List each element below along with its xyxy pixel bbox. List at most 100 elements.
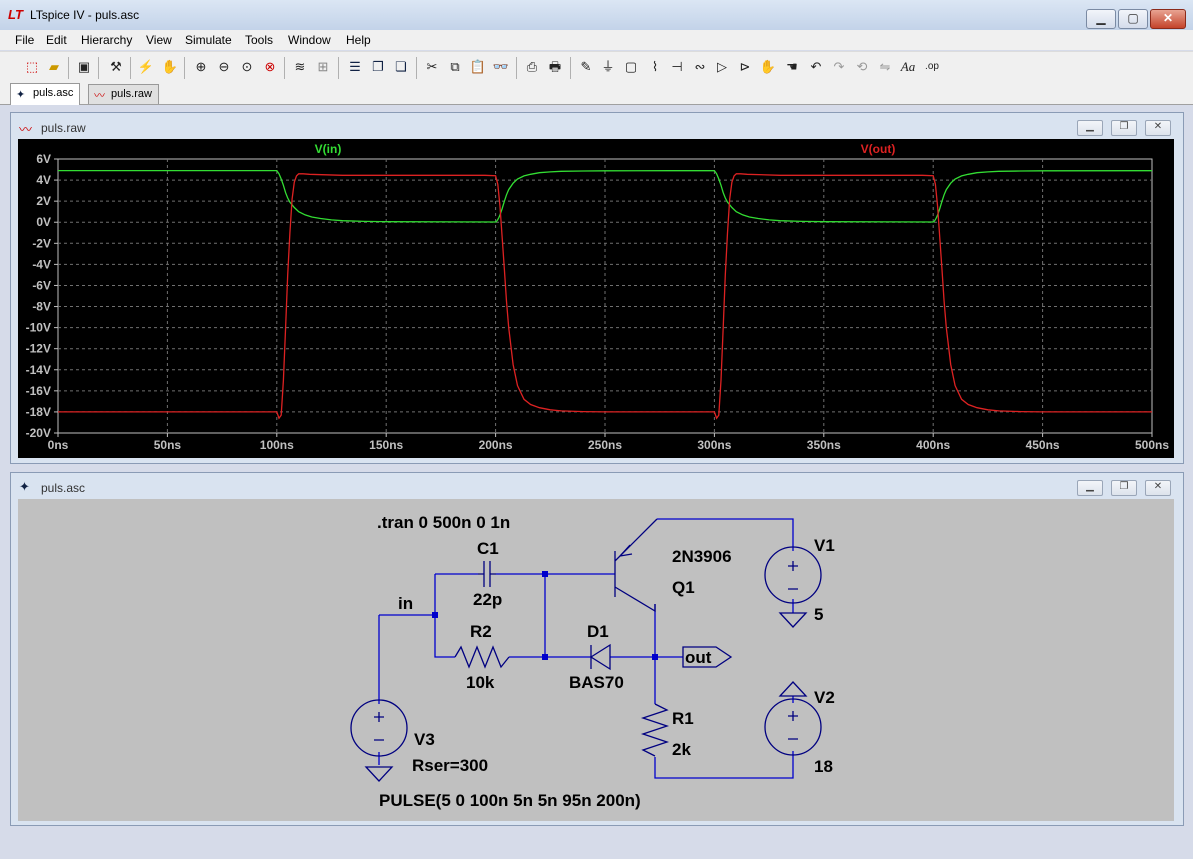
paste-icon[interactable]: 📋: [468, 57, 488, 77]
menu-edit[interactable]: Edit: [46, 33, 67, 47]
autorange-icon[interactable]: ⊞: [313, 57, 333, 77]
menu-window[interactable]: Window: [288, 33, 331, 47]
undo-icon[interactable]: ↶: [806, 57, 826, 77]
d1-label[interactable]: D1: [587, 622, 609, 641]
wire-icon[interactable]: ✎: [576, 57, 596, 77]
voltage-source-v1-symbol: [764, 546, 822, 604]
v3-pulse-spec[interactable]: PULSE(5 0 100n 5n 5n 95n 200n): [379, 791, 641, 810]
copy-icon[interactable]: ⧉: [445, 57, 465, 77]
v3-rser[interactable]: Rser=300: [412, 756, 488, 775]
junction-dot: [542, 654, 548, 660]
resistor-r1-symbol: [640, 703, 670, 757]
schematic-close-button[interactable]: ✕: [1145, 480, 1171, 496]
v2-value[interactable]: 18: [814, 757, 833, 776]
app-title-bar: LT LTspice IV - puls.asc ▁ ▢ ✕: [0, 0, 1193, 31]
schematic-canvas[interactable]: .tran 0 500n 0 1n C1 22p in R2 10k D1 BA…: [18, 499, 1174, 821]
r2-value[interactable]: 10k: [466, 673, 495, 692]
schematic-text: .tran 0 500n 0 1n C1 22p in R2 10k D1 BA…: [377, 513, 835, 810]
inductor-icon[interactable]: ∾: [690, 57, 710, 77]
c1-label[interactable]: C1: [477, 539, 499, 558]
v1-value[interactable]: 5: [814, 605, 823, 624]
move-icon[interactable]: ✋: [758, 57, 778, 77]
y-tick-label: 2V: [36, 194, 51, 208]
r1-value[interactable]: 2k: [672, 740, 691, 759]
control-panel-icon[interactable]: ⚒: [106, 57, 126, 77]
close-button[interactable]: ✕: [1150, 9, 1186, 29]
toolbar-separator: [68, 57, 69, 79]
cascade-icon[interactable]: ❐: [368, 57, 388, 77]
rotate-icon[interactable]: ⟲: [852, 57, 872, 77]
new-schematic-icon[interactable]: ⬚: [22, 57, 42, 77]
redo-icon[interactable]: ↷: [829, 57, 849, 77]
drag-icon[interactable]: ☚: [782, 57, 802, 77]
d1-value[interactable]: BAS70: [569, 673, 624, 692]
menu-tools[interactable]: Tools: [245, 33, 273, 47]
diode-d1-symbol: [589, 643, 611, 671]
spice-directive[interactable]: .tran 0 500n 0 1n: [377, 513, 510, 532]
tab-puls-raw[interactable]: 〰 puls.raw: [88, 84, 159, 104]
q1-label[interactable]: Q1: [672, 578, 695, 597]
menu-view[interactable]: View: [146, 33, 172, 47]
status-bar: [0, 829, 1193, 859]
v2-label[interactable]: V2: [814, 688, 835, 707]
print-preview-icon[interactable]: ⎙: [522, 57, 542, 77]
capacitor-icon[interactable]: ⊣: [667, 57, 687, 77]
zoom-in-icon[interactable]: ⊕: [191, 57, 211, 77]
tile-vertical-icon[interactable]: ❏: [391, 57, 411, 77]
maximize-icon: ▢: [1127, 11, 1139, 25]
waveform-plot[interactable]: 0ns 50ns 100ns 150ns 200ns 250ns 300ns 350ns 400…: [18, 139, 1174, 458]
resistor-r2-symbol: [454, 645, 510, 669]
net-label-in[interactable]: in: [398, 594, 413, 613]
close-icon: ✕: [1153, 121, 1163, 132]
schematic-window-title: puls.asc: [41, 481, 86, 495]
r2-label[interactable]: R2: [470, 622, 492, 641]
ground-icon[interactable]: ⏚: [598, 57, 618, 77]
zoom-cancel-icon[interactable]: ⊗: [260, 57, 280, 77]
c1-value[interactable]: 22p: [473, 590, 502, 609]
print-icon[interactable]: 🖶: [545, 57, 565, 77]
find-icon[interactable]: 👓: [491, 57, 511, 77]
waveform-minimize-button[interactable]: ▁: [1077, 120, 1103, 136]
cut-icon[interactable]: ✂: [422, 57, 442, 77]
x-tick-label: 200ns: [479, 438, 513, 452]
resistor-icon[interactable]: ⌇: [645, 57, 665, 77]
y-tick-label: -14V: [26, 363, 51, 377]
tab-label: puls.asc: [33, 87, 74, 99]
close-icon: ✕: [1162, 11, 1174, 25]
tab-puls-asc[interactable]: ✦ puls.asc: [10, 83, 81, 105]
y-tick-label: -16V: [26, 384, 51, 398]
r1-label[interactable]: R1: [672, 709, 694, 728]
waveform-restore-button[interactable]: ❐: [1111, 120, 1137, 136]
component-icon[interactable]: ⊳: [735, 57, 755, 77]
maximize-button[interactable]: ▢: [1118, 9, 1148, 29]
v3-polarity-marks: [374, 712, 384, 741]
spice-directive-icon[interactable]: .op: [922, 57, 942, 77]
net-label-out[interactable]: out: [685, 648, 712, 667]
minimize-button[interactable]: ▁: [1086, 9, 1116, 29]
open-icon[interactable]: ▰: [44, 57, 64, 77]
menu-file[interactable]: File: [15, 33, 34, 47]
diode-icon[interactable]: ▷: [712, 57, 732, 77]
zoom-out-icon[interactable]: ⊖: [214, 57, 234, 77]
mirror-icon[interactable]: ⇋: [875, 57, 895, 77]
schematic-minimize-button[interactable]: ▁: [1077, 480, 1103, 496]
waveform-icon[interactable]: ≋: [290, 57, 310, 77]
legend-label-1: V(out): [861, 142, 896, 156]
text-icon[interactable]: Aa: [898, 57, 918, 77]
schematic-restore-button[interactable]: ❐: [1111, 480, 1137, 496]
label-net-icon[interactable]: ▢: [621, 57, 641, 77]
y-tick-label: 0V: [36, 215, 51, 229]
halt-icon[interactable]: ✋: [160, 57, 180, 77]
v3-label[interactable]: V3: [414, 730, 435, 749]
menu-hierarchy[interactable]: Hierarchy: [81, 33, 132, 47]
menu-help[interactable]: Help: [346, 33, 371, 47]
waveform-close-button[interactable]: ✕: [1145, 120, 1171, 136]
save-icon[interactable]: ▣: [74, 57, 94, 77]
y-tick-label: -8V: [32, 300, 51, 314]
tile-horizontal-icon[interactable]: ☰: [345, 57, 365, 77]
run-icon[interactable]: ⚡: [136, 57, 156, 77]
v1-label[interactable]: V1: [814, 536, 835, 555]
zoom-fit-icon[interactable]: ⊙: [237, 57, 257, 77]
q1-model[interactable]: 2N3906: [672, 547, 732, 566]
menu-simulate[interactable]: Simulate: [185, 33, 232, 47]
